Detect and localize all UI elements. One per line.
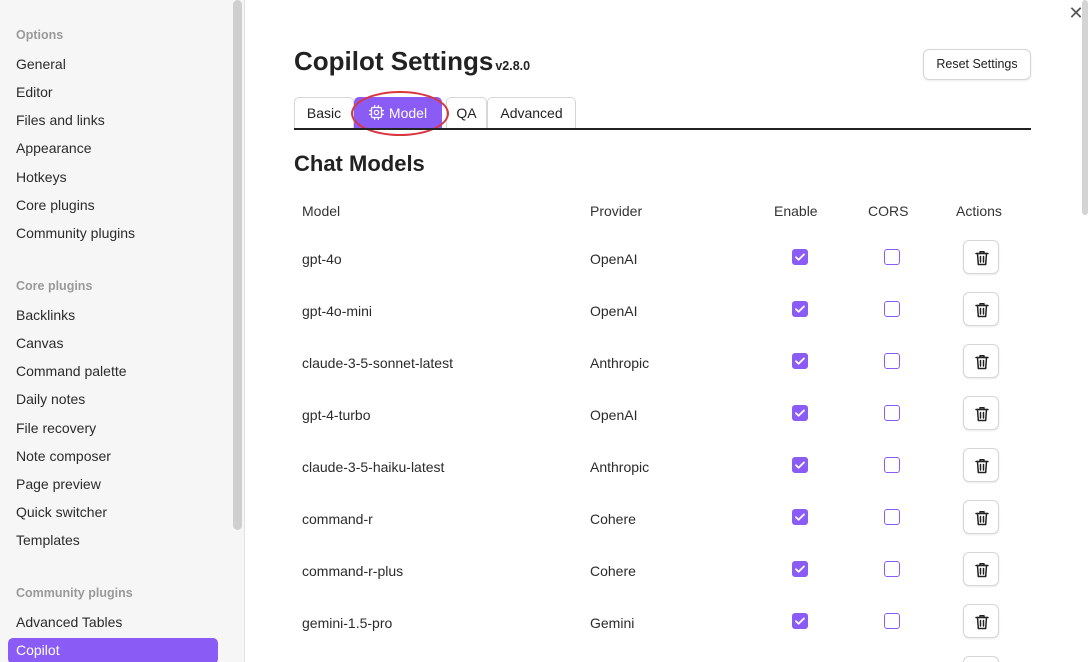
sidebar-section-core-plugins: Core plugins xyxy=(16,279,93,293)
reset-settings-button[interactable]: Reset Settings xyxy=(923,49,1031,80)
enable-checkbox[interactable] xyxy=(792,405,808,421)
gear-icon xyxy=(368,105,384,120)
model-name: command-r xyxy=(302,511,373,527)
check-icon xyxy=(795,461,805,469)
model-name: claude-3-5-haiku-latest xyxy=(302,459,445,475)
delete-button[interactable] xyxy=(963,396,999,430)
enable-checkbox[interactable] xyxy=(792,301,808,317)
check-icon xyxy=(795,409,805,417)
sidebar-item-note-composer[interactable]: Note composer xyxy=(16,446,111,466)
section-title-chat-models: Chat Models xyxy=(294,151,425,176)
provider-name: Gemini xyxy=(590,615,635,631)
tab-model-label: Model xyxy=(388,105,428,121)
cors-checkbox[interactable] xyxy=(884,353,900,369)
column-header-provider: Provider xyxy=(590,203,643,219)
sidebar-item-file-recovery[interactable]: File recovery xyxy=(16,418,96,438)
provider-name: Cohere xyxy=(590,563,636,579)
cors-checkbox[interactable] xyxy=(884,457,900,473)
check-icon xyxy=(795,253,805,261)
provider-name: Anthropic xyxy=(590,355,650,371)
sidebar-item-quick-switcher[interactable]: Quick switcher xyxy=(16,502,107,522)
tab-qa[interactable]: QA xyxy=(446,97,487,129)
sidebar-item-command-palette[interactable]: Command palette xyxy=(16,361,127,381)
provider-name: Cohere xyxy=(590,511,636,527)
table-row: command-r Cohere xyxy=(294,500,1031,561)
sidebar-item-canvas[interactable]: Canvas xyxy=(16,333,63,353)
page-title-text: Copilot Settings xyxy=(294,46,494,76)
sidebar-item-general[interactable]: General xyxy=(16,54,66,74)
delete-button[interactable] xyxy=(963,604,999,638)
column-header-cors: CORS xyxy=(868,203,909,219)
model-name: gemini-1.5-pro xyxy=(302,615,393,631)
delete-button[interactable] xyxy=(963,500,999,534)
provider-name: OpenAI xyxy=(590,303,638,319)
provider-name: OpenAI xyxy=(590,251,638,267)
table-row: gemini-1.5-pro Gemini xyxy=(294,604,1031,662)
sidebar-item-hotkeys[interactable]: Hotkeys xyxy=(16,167,67,187)
sidebar-item-templates[interactable]: Templates xyxy=(16,530,80,550)
table-row: command-r-plus Cohere xyxy=(294,552,1031,613)
version-label: v2.8.0 xyxy=(495,59,531,73)
check-icon xyxy=(795,357,805,365)
sidebar-item-advanced-tables[interactable]: Advanced Tables xyxy=(16,612,122,632)
delete-button[interactable] xyxy=(963,344,999,378)
tab-basic[interactable]: Basic xyxy=(294,97,354,129)
sidebar-section-community-plugins: Community plugins xyxy=(16,586,133,600)
content-scrollbar[interactable] xyxy=(1082,0,1088,215)
enable-checkbox[interactable] xyxy=(792,353,808,369)
sidebar-section-options: Options xyxy=(16,28,64,42)
model-name: command-r-plus xyxy=(302,563,404,579)
enable-checkbox[interactable] xyxy=(792,509,808,525)
provider-name: OpenAI xyxy=(590,407,638,423)
enable-checkbox[interactable] xyxy=(792,613,808,629)
table-row: claude-3-5-haiku-latest Anthropic xyxy=(294,448,1031,509)
provider-name: Anthropic xyxy=(590,459,650,475)
sidebar-item-community-plugins[interactable]: Community plugins xyxy=(16,223,135,243)
column-header-actions: Actions xyxy=(956,203,1002,219)
cors-checkbox[interactable] xyxy=(884,405,900,421)
sidebar-item-appearance[interactable]: Appearance xyxy=(16,138,92,158)
check-icon xyxy=(795,617,805,625)
delete-button[interactable] xyxy=(963,448,999,482)
model-name: gpt-4-turbo xyxy=(302,407,371,423)
check-icon xyxy=(795,513,805,521)
model-name: gpt-4o-mini xyxy=(302,303,373,319)
sidebar-item-copilot[interactable]: Copilot xyxy=(8,638,218,662)
sidebar-scrollbar[interactable] xyxy=(233,0,242,530)
enable-checkbox[interactable] xyxy=(792,249,808,265)
check-icon xyxy=(795,565,805,573)
table-row: gpt-4-turbo OpenAI xyxy=(294,396,1031,457)
page-title: Copilot Settings v2.8.0 xyxy=(294,46,530,77)
tabs-divider xyxy=(294,128,1031,130)
sidebar-item-backlinks[interactable]: Backlinks xyxy=(16,305,75,325)
delete-button-partial[interactable] xyxy=(963,656,999,662)
cors-checkbox[interactable] xyxy=(884,561,900,577)
settings-sidebar: Options General Editor Files and links A… xyxy=(0,0,245,662)
delete-button[interactable] xyxy=(963,240,999,274)
cors-checkbox[interactable] xyxy=(884,509,900,525)
table-row: gpt-4o OpenAI xyxy=(294,240,1031,301)
check-icon xyxy=(795,305,805,313)
model-name: gpt-4o xyxy=(302,251,342,267)
model-name: claude-3-5-sonnet-latest xyxy=(302,355,453,371)
enable-checkbox[interactable] xyxy=(792,561,808,577)
sidebar-item-editor[interactable]: Editor xyxy=(16,82,53,102)
tab-model[interactable]: Model xyxy=(354,97,442,129)
table-row: claude-3-5-sonnet-latest Anthropic xyxy=(294,344,1031,405)
tab-advanced[interactable]: Advanced xyxy=(487,97,576,129)
cors-checkbox[interactable] xyxy=(884,249,900,265)
cors-checkbox[interactable] xyxy=(884,301,900,317)
sidebar-item-files-and-links[interactable]: Files and links xyxy=(16,110,105,130)
cors-checkbox[interactable] xyxy=(884,613,900,629)
column-header-enable: Enable xyxy=(774,203,818,219)
sidebar-item-core-plugins[interactable]: Core plugins xyxy=(16,195,95,215)
delete-button[interactable] xyxy=(963,292,999,326)
enable-checkbox[interactable] xyxy=(792,457,808,473)
sidebar-item-page-preview[interactable]: Page preview xyxy=(16,474,101,494)
sidebar-item-daily-notes[interactable]: Daily notes xyxy=(16,389,85,409)
delete-button[interactable] xyxy=(963,552,999,586)
table-row: gpt-4o-mini OpenAI xyxy=(294,292,1031,353)
column-header-model: Model xyxy=(302,203,341,219)
